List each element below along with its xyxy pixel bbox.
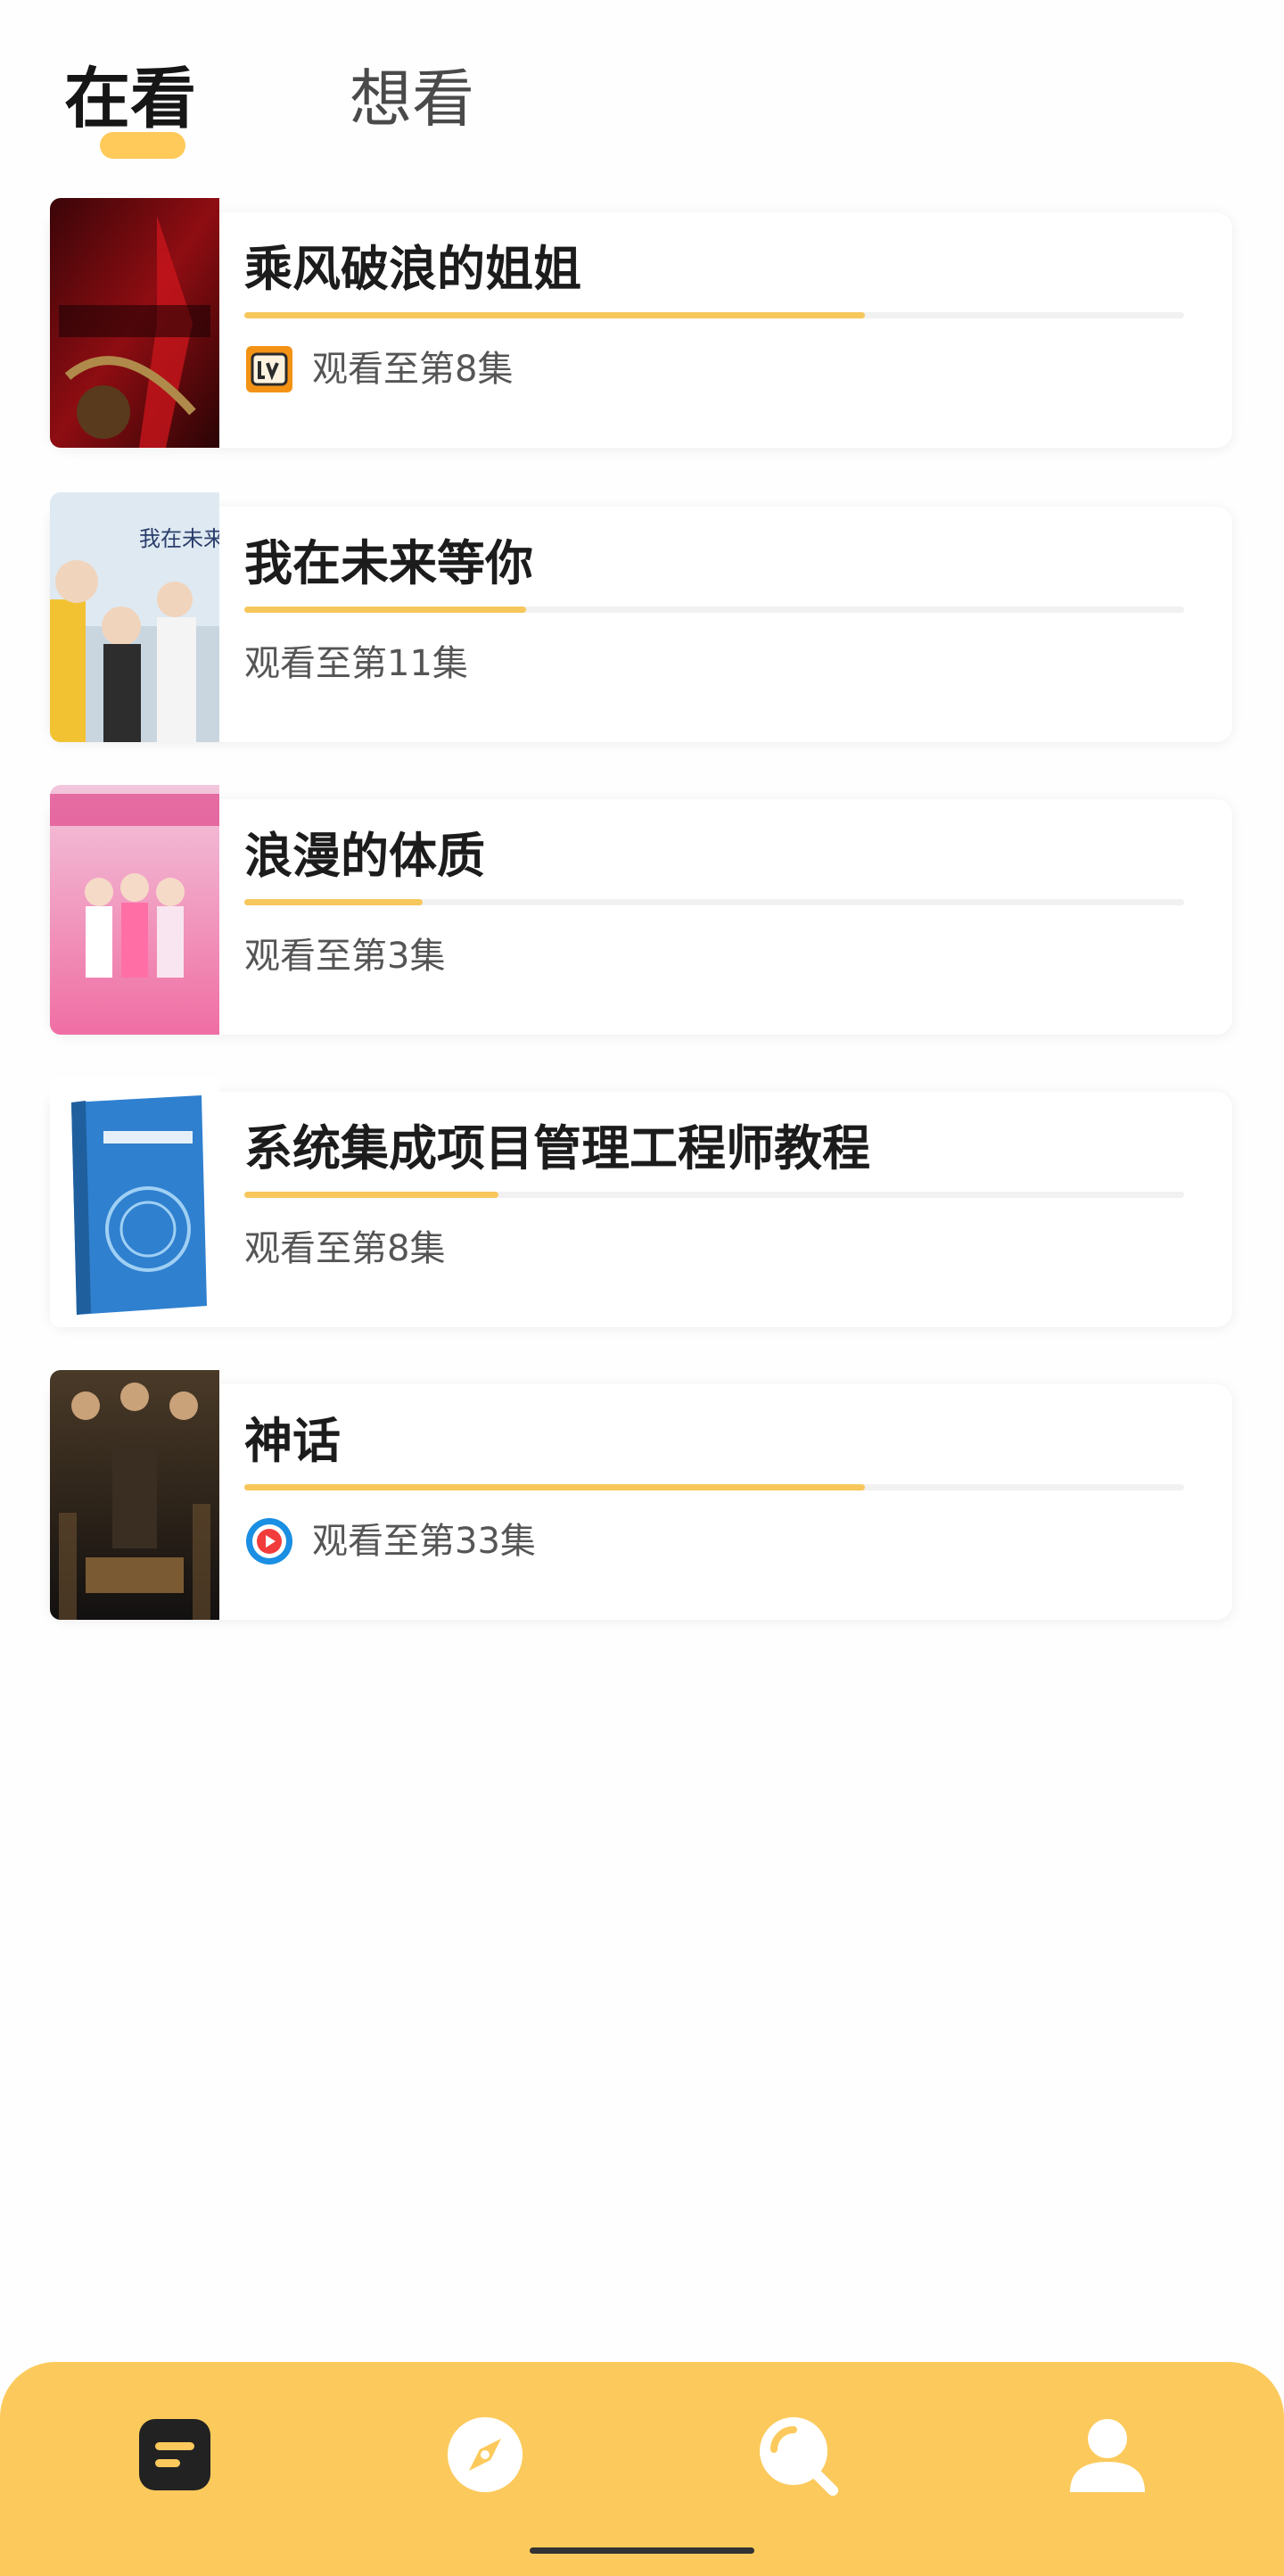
svg-text:我在未来: 我在未来	[139, 526, 219, 551]
youku-icon	[246, 1518, 292, 1565]
poster-image[interactable]	[50, 1370, 219, 1620]
progress-bar	[244, 312, 1184, 318]
progress-fill	[244, 899, 424, 905]
list-item[interactable]: 浪漫的体质 观看至第3集	[50, 799, 1232, 1035]
poster-image[interactable]: 我在未来	[50, 492, 219, 742]
progress-bar	[244, 1484, 1184, 1490]
episode-progress-text: 观看至第11集	[244, 643, 468, 684]
tab-bar: 在看 想看	[0, 0, 1284, 178]
episode-progress-text: 观看至第33集	[312, 1521, 536, 1562]
home-indicator[interactable]	[530, 2547, 754, 2554]
search-icon[interactable]	[754, 2412, 840, 2498]
item-title: 乘风破浪的姐姐	[244, 241, 581, 297]
progress-fill	[244, 1192, 498, 1198]
list-item[interactable]: 系统集成项目管理工程师教程 观看至第8集	[50, 1092, 1232, 1327]
progress-bar	[244, 607, 1184, 613]
poster-image[interactable]	[50, 785, 219, 1035]
list-item[interactable]: 神话 观看至第33集	[50, 1384, 1232, 1620]
bottom-nav	[0, 2362, 1284, 2576]
episode-progress-text: 观看至第3集	[244, 936, 446, 977]
item-title: 神话	[244, 1413, 341, 1469]
progress-bar	[244, 1192, 1184, 1198]
progress-fill	[244, 312, 865, 318]
poster-image[interactable]	[50, 1077, 219, 1327]
list-item[interactable]: 我在未来等你 观看至第11集	[50, 507, 1232, 742]
poster-image[interactable]	[50, 198, 219, 448]
item-title: 浪漫的体质	[244, 828, 485, 884]
episode-progress-text: 观看至第8集	[244, 1228, 446, 1269]
progress-fill	[244, 1484, 865, 1490]
profile-icon[interactable]	[1065, 2412, 1150, 2498]
mango-tv-icon	[246, 346, 292, 392]
list-icon[interactable]	[132, 2412, 218, 2498]
progress-bar	[244, 899, 1184, 905]
item-title: 系统集成项目管理工程师教程	[244, 1120, 870, 1177]
active-tab-indicator	[100, 132, 185, 159]
compass-icon[interactable]	[442, 2412, 528, 2498]
list-item[interactable]: 乘风破浪的姐姐 观看至第8集	[50, 212, 1232, 448]
item-title: 我在未来等你	[244, 535, 533, 591]
episode-progress-text: 观看至第8集	[312, 349, 514, 390]
tab-want-to-watch[interactable]: 想看	[350, 50, 474, 148]
progress-fill	[244, 607, 527, 613]
